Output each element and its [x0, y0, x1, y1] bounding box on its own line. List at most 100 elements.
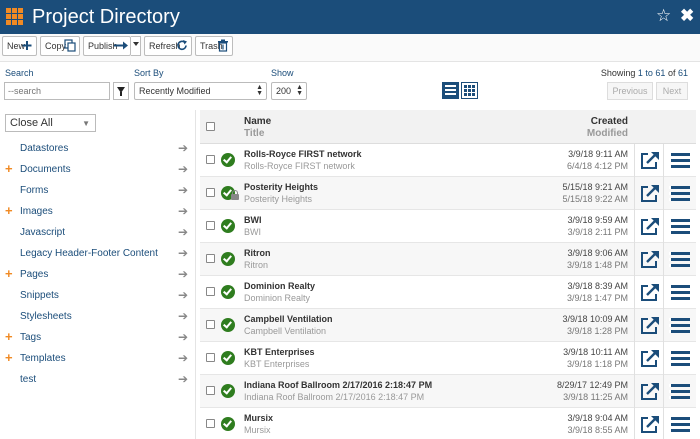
arrow-right-icon[interactable]: ➔ — [178, 372, 188, 386]
row-checkbox[interactable] — [206, 353, 215, 362]
list-menu-icon[interactable] — [663, 375, 696, 408]
sidebar-item[interactable]: Javascript ➔ — [0, 224, 195, 244]
row-name[interactable]: Rolls-Royce FIRST network — [244, 149, 362, 159]
expand-plus-icon[interactable]: + — [5, 267, 13, 281]
sort-select[interactable]: Recently Modified ▲ ▼ — [134, 82, 267, 100]
list-menu-icon[interactable] — [663, 408, 696, 439]
search-input[interactable] — [4, 82, 110, 100]
external-link-icon[interactable] — [634, 309, 663, 342]
previous-button[interactable]: Previous — [607, 82, 653, 100]
sidebar-item[interactable]: + Images ➔ — [0, 203, 195, 223]
row-name[interactable]: Mursix — [244, 413, 273, 423]
grid-icon[interactable] — [6, 8, 23, 25]
list-menu-icon[interactable] — [663, 276, 696, 309]
sidebar-item[interactable]: + Pages ➔ — [0, 266, 195, 286]
row-name[interactable]: Indiana Roof Ballroom 2/17/2016 2:18:47 … — [244, 380, 432, 390]
sidebar-item[interactable]: Legacy Header-Footer Content ➔ — [0, 245, 195, 265]
external-link-icon[interactable] — [634, 342, 663, 375]
expand-plus-icon[interactable]: + — [5, 162, 13, 176]
copy-button[interactable]: Copy — [40, 36, 80, 56]
table-row[interactable]: Campbell Ventilation Campbell Ventilation… — [200, 309, 696, 342]
external-link-icon[interactable] — [634, 276, 663, 309]
list-menu-icon[interactable] — [663, 342, 696, 375]
column-name[interactable]: Name — [244, 116, 271, 127]
grid-view-icon[interactable] — [461, 82, 478, 99]
arrow-right-icon[interactable]: ➔ — [178, 141, 188, 155]
check-circle-icon — [221, 153, 235, 167]
row-checkbox[interactable] — [206, 221, 215, 230]
next-button[interactable]: Next — [656, 82, 688, 100]
table-row[interactable]: Rolls-Royce FIRST network Rolls-Royce FIR… — [200, 144, 696, 177]
table-row[interactable]: Mursix Mursix 3/9/18 9:04 AM 3/9/18 8:55 AM — [200, 408, 696, 439]
arrow-right-icon[interactable]: ➔ — [178, 309, 188, 323]
row-checkbox[interactable] — [206, 254, 215, 263]
list-menu-icon[interactable] — [663, 177, 696, 210]
row-name[interactable]: BWI — [244, 215, 262, 225]
row-checkbox[interactable] — [206, 320, 215, 329]
external-link-icon[interactable] — [634, 210, 663, 243]
external-link-icon[interactable] — [634, 408, 663, 439]
row-checkbox[interactable] — [206, 155, 215, 164]
table-row[interactable]: Ritron Ritron 3/9/18 9:06 AM 3/9/18 1:48 PM — [200, 243, 696, 276]
table-row[interactable]: Posterity Heights Posterity Heights 5/15/1… — [200, 177, 696, 210]
expand-plus-icon[interactable]: + — [5, 330, 13, 344]
arrow-right-icon[interactable]: ➔ — [178, 351, 188, 365]
row-name[interactable]: Ritron — [244, 248, 271, 258]
refresh-button[interactable]: Refresh — [144, 36, 192, 56]
external-link-icon[interactable] — [634, 144, 663, 177]
row-checkbox[interactable] — [206, 287, 215, 296]
column-created[interactable]: Created — [591, 116, 628, 127]
external-link-icon[interactable] — [634, 243, 663, 276]
list-view-icon[interactable] — [442, 82, 459, 99]
table-row[interactable]: Indiana Roof Ballroom 2/17/2016 2:18:47 … — [200, 375, 696, 408]
row-checkbox[interactable] — [206, 188, 215, 197]
close-all-select[interactable]: Close All ▼ — [5, 114, 96, 132]
sidebar-item[interactable]: + Templates ➔ — [0, 350, 195, 370]
new-button[interactable]: New — [2, 36, 37, 56]
arrow-right-icon[interactable]: ➔ — [178, 288, 188, 302]
list-menu-icon[interactable] — [663, 309, 696, 342]
arrow-right-icon[interactable]: ➔ — [178, 204, 188, 218]
sidebar-item[interactable]: Snippets ➔ — [0, 287, 195, 307]
list-menu-icon[interactable] — [663, 243, 696, 276]
publish-dropdown-toggle[interactable] — [131, 36, 141, 56]
sidebar-item-label: test — [20, 374, 37, 385]
publish-button[interactable]: Publish — [83, 36, 131, 56]
expand-plus-icon[interactable]: + — [5, 204, 13, 218]
row-name[interactable]: Dominion Realty — [244, 281, 315, 291]
table-row[interactable]: BWI BWI 3/9/18 9:59 AM 3/9/18 2:11 PM — [200, 210, 696, 243]
row-checkbox[interactable] — [206, 386, 215, 395]
column-modified[interactable]: Modified — [587, 128, 628, 139]
trash-button[interactable]: Trash — [195, 36, 233, 56]
list-menu-icon[interactable] — [663, 210, 696, 243]
table-row[interactable]: KBT Enterprises KBT Enterprises 3/9/18 10:… — [200, 342, 696, 375]
external-link-icon[interactable] — [634, 375, 663, 408]
external-link-icon[interactable] — [634, 177, 663, 210]
arrow-right-icon[interactable]: ➔ — [178, 225, 188, 239]
filter-icon[interactable] — [113, 82, 129, 100]
row-checkbox[interactable] — [206, 419, 215, 428]
sidebar-item-label: Snippets — [20, 290, 59, 301]
arrow-right-icon[interactable]: ➔ — [178, 183, 188, 197]
star-icon[interactable]: ☆ — [656, 7, 671, 25]
sidebar-item[interactable]: + Tags ➔ — [0, 329, 195, 349]
sidebar-item[interactable]: test ➔ — [0, 371, 195, 391]
arrow-right-icon[interactable]: ➔ — [178, 246, 188, 260]
column-title[interactable]: Title — [244, 128, 264, 139]
expand-plus-icon[interactable]: + — [5, 351, 13, 365]
arrow-right-icon[interactable]: ➔ — [178, 162, 188, 176]
sidebar-item[interactable]: Stylesheets ➔ — [0, 308, 195, 328]
arrow-right-icon[interactable]: ➔ — [178, 330, 188, 344]
table-row[interactable]: Dominion Realty Dominion Realty 3/9/18 8:3… — [200, 276, 696, 309]
sidebar-item[interactable]: + Documents ➔ — [0, 161, 195, 181]
list-menu-icon[interactable] — [663, 144, 696, 177]
show-select[interactable]: 200 ▲ ▼ — [271, 82, 307, 100]
row-name[interactable]: KBT Enterprises — [244, 347, 315, 357]
arrow-right-icon[interactable]: ➔ — [178, 267, 188, 281]
row-name[interactable]: Posterity Heights — [244, 182, 318, 192]
select-all-checkbox[interactable] — [206, 122, 215, 131]
sidebar-item[interactable]: Forms ➔ — [0, 182, 195, 202]
close-icon[interactable]: ✖ — [680, 6, 694, 26]
row-name[interactable]: Campbell Ventilation — [244, 314, 333, 324]
sidebar-item[interactable]: Datastores ➔ — [0, 140, 195, 160]
